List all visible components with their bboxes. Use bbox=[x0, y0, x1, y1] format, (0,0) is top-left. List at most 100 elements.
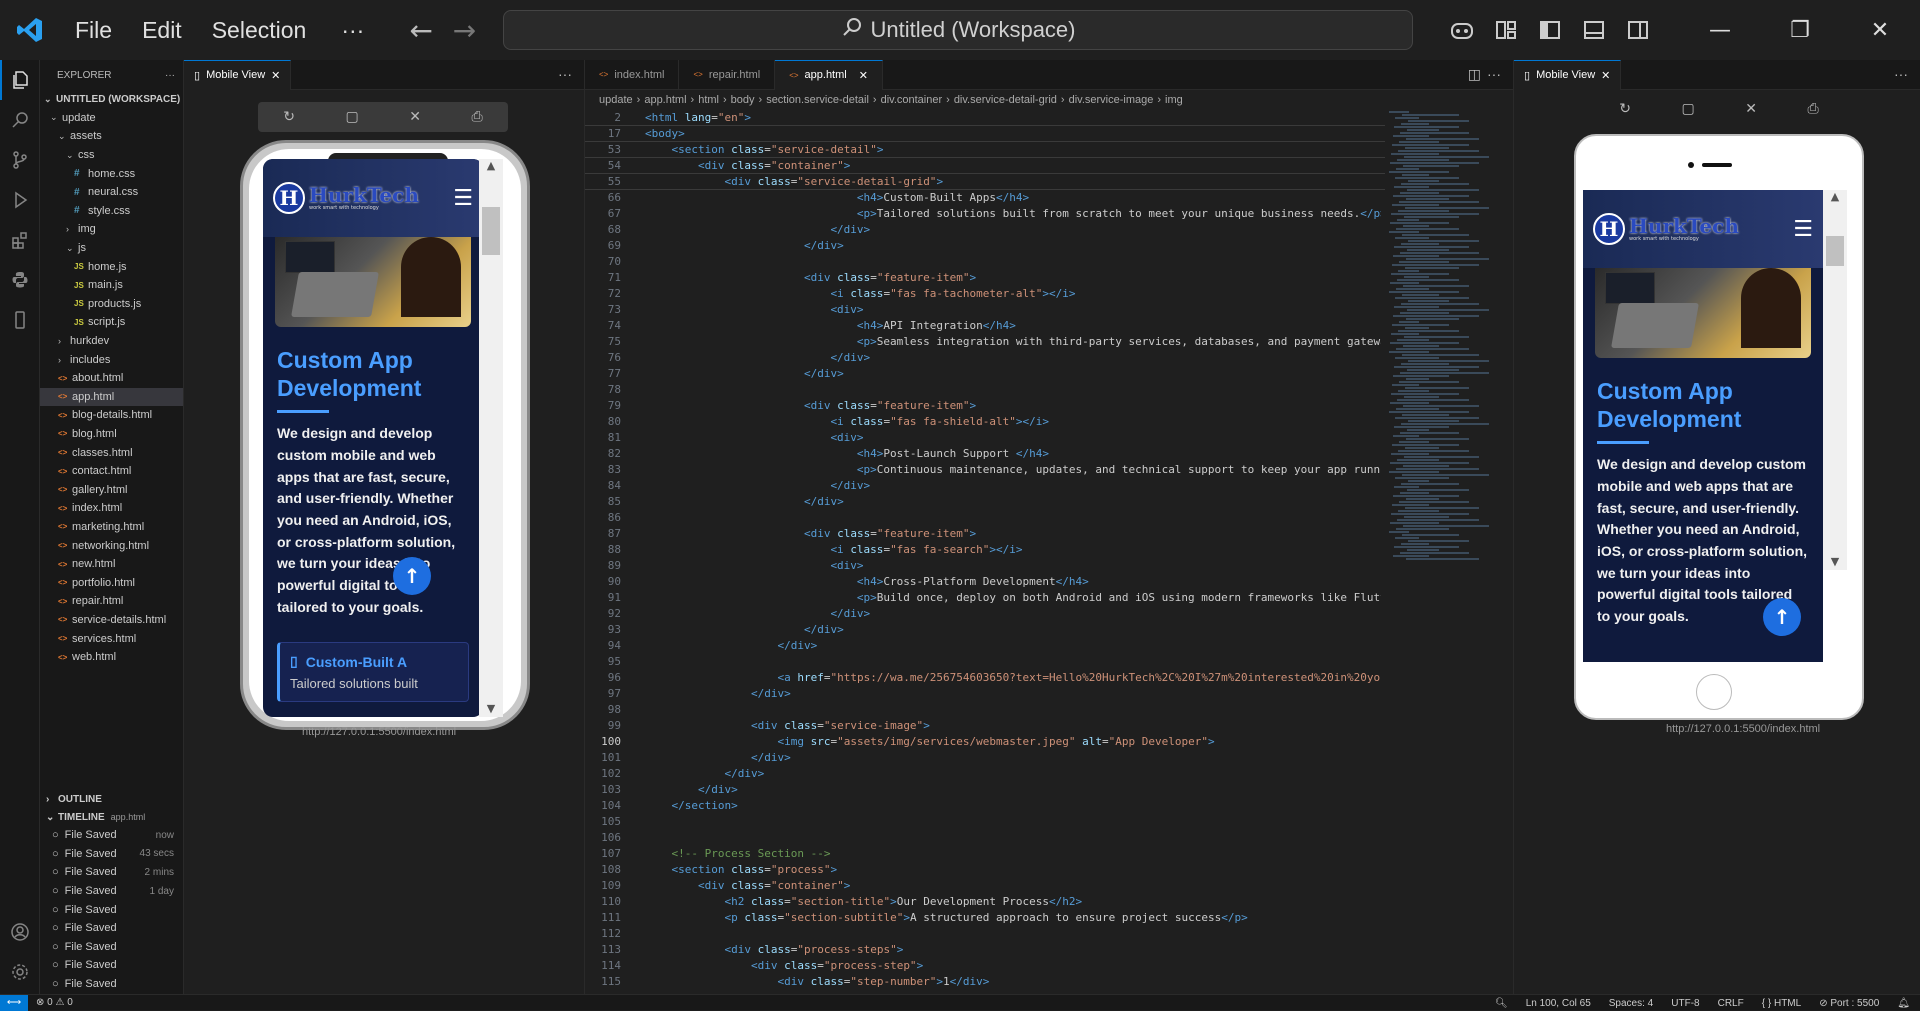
line-ending[interactable]: CRLF bbox=[1718, 998, 1744, 1009]
rotate-icon[interactable]: ▢ bbox=[1682, 101, 1695, 117]
tab-mobile-view-left[interactable]: ▯ Mobile View ✕ bbox=[184, 59, 292, 90]
explorer-item[interactable]: <> portfolio.html bbox=[40, 573, 183, 592]
explorer-item[interactable]: <> marketing.html bbox=[40, 518, 183, 537]
python-icon[interactable] bbox=[0, 260, 40, 300]
explorer-item[interactable]: <> blog-details.html bbox=[40, 406, 183, 425]
phone-scrollbar-right[interactable]: ▲ ▼ bbox=[1823, 190, 1847, 570]
language-mode[interactable]: { } HTML bbox=[1762, 998, 1801, 1009]
code-line[interactable]: 74 <h4>API Integration</h4> bbox=[585, 318, 1385, 334]
code-line[interactable]: 67 <p>Tailored solutions built from scra… bbox=[585, 206, 1385, 222]
forward-arrow-icon[interactable]: → bbox=[443, 14, 486, 47]
timeline-item[interactable]: ○ File Saved bbox=[40, 956, 184, 975]
code-line[interactable]: 107 <!-- Process Section --> bbox=[585, 846, 1385, 862]
explorer-item[interactable]: # style.css bbox=[40, 202, 183, 221]
timeline-item[interactable]: ○ File Saved bbox=[40, 919, 184, 938]
close-icon[interactable]: ✕ bbox=[409, 109, 421, 125]
rotate-icon[interactable]: ▢ bbox=[346, 109, 359, 125]
code-line[interactable]: 97 </div> bbox=[585, 686, 1385, 702]
timeline-section[interactable]: ⌄ TIMELINE app.html bbox=[40, 808, 184, 826]
code-line[interactable]: 94 </div> bbox=[585, 638, 1385, 654]
copilot-icon[interactable] bbox=[1440, 0, 1484, 60]
hamburger-menu-icon[interactable]: ☰ bbox=[453, 186, 473, 211]
back-arrow-icon[interactable]: ← bbox=[399, 14, 442, 47]
timeline-item[interactable]: ○ File Saved 2 mins bbox=[40, 863, 184, 882]
more-actions-icon[interactable]: ··· bbox=[1487, 66, 1501, 82]
code-line[interactable]: 103 </div> bbox=[585, 782, 1385, 798]
run-debug-icon[interactable] bbox=[0, 180, 40, 220]
notifications-bell-icon[interactable]: 🔔︎ bbox=[1897, 998, 1910, 1009]
sticky-scroll-line[interactable]: 17 <body> bbox=[585, 126, 1385, 142]
timeline-item[interactable]: ○ File Saved 43 secs bbox=[40, 845, 184, 864]
code-line[interactable]: 114 <div class="process-step"> bbox=[585, 958, 1385, 974]
code-line[interactable]: 101 </div> bbox=[585, 750, 1385, 766]
close-icon[interactable]: ✕ bbox=[859, 69, 868, 82]
code-line[interactable]: 83 <p>Continuous maintenance, updates, a… bbox=[585, 462, 1385, 478]
extensions-icon[interactable] bbox=[0, 220, 40, 260]
code-line[interactable]: 111 <p class="section-subtitle">A struct… bbox=[585, 910, 1385, 926]
explorer-item[interactable]: › img bbox=[40, 220, 183, 239]
settings-gear-icon[interactable] bbox=[0, 952, 40, 992]
scroll-to-top-button[interactable]: ↑ bbox=[1763, 598, 1801, 636]
refresh-icon[interactable]: ↻ bbox=[1619, 101, 1631, 117]
sticky-scroll-line[interactable]: 55 <div class="service-detail-grid"> bbox=[585, 174, 1385, 190]
code-line[interactable]: 84 </div> bbox=[585, 478, 1385, 494]
encoding[interactable]: UTF-8 bbox=[1671, 998, 1699, 1009]
tab-mobile-view-right[interactable]: ▯ Mobile View ✕ bbox=[1514, 59, 1622, 90]
code-line[interactable]: 73 <div> bbox=[585, 302, 1385, 318]
explorer-item[interactable]: <> app.html bbox=[40, 387, 183, 407]
breadcrumb-item[interactable]: div.service-image bbox=[1069, 94, 1154, 106]
code-line[interactable]: 72 <i class="fas fa-tachometer-alt"></i> bbox=[585, 286, 1385, 302]
code-line[interactable]: 110 <h2 class="section-title">Our Develo… bbox=[585, 894, 1385, 910]
breadcrumb-item[interactable]: update bbox=[599, 94, 633, 106]
code-line[interactable]: 89 <div> bbox=[585, 558, 1385, 574]
editor-tab[interactable]: <> app.html ✕ bbox=[775, 59, 883, 90]
code-area[interactable]: 2 <html lang="en"> 17 <body> 53 <section cla… bbox=[585, 110, 1385, 990]
editor-tab[interactable]: <> index.html bbox=[585, 59, 680, 90]
refresh-icon[interactable]: ↻ bbox=[283, 109, 295, 125]
explorer-item[interactable]: <> networking.html bbox=[40, 536, 183, 555]
explorer-item[interactable]: JS script.js bbox=[40, 313, 183, 332]
explorer-item[interactable]: <> about.html bbox=[40, 369, 183, 388]
breadcrumb-item[interactable]: img bbox=[1165, 94, 1183, 106]
timeline-item[interactable]: ○ File Saved bbox=[40, 975, 184, 994]
code-line[interactable]: 81 <div> bbox=[585, 430, 1385, 446]
code-line[interactable]: 100 <img src="assets/img/services/webmas… bbox=[585, 734, 1385, 750]
phone-scrollbar-left[interactable]: ▲ ▼ bbox=[479, 159, 503, 717]
restore-window-button[interactable]: ❐ bbox=[1760, 0, 1840, 60]
sticky-scroll-line[interactable]: 2 <html lang="en"> bbox=[585, 110, 1385, 126]
explorer-item[interactable]: ⌄ js bbox=[40, 239, 183, 258]
menu-file[interactable]: File bbox=[60, 17, 127, 44]
cursor-position[interactable]: Ln 100, Col 65 bbox=[1526, 998, 1591, 1009]
code-line[interactable]: 106 bbox=[585, 830, 1385, 846]
code-line[interactable]: 88 <i class="fas fa-search"></i> bbox=[585, 542, 1385, 558]
explorer-item[interactable]: <> index.html bbox=[40, 499, 183, 518]
site-logo[interactable]: H HurkTech work smart with technology bbox=[1593, 213, 1739, 245]
toggle-secondary-sidebar-icon[interactable] bbox=[1616, 0, 1660, 60]
more-actions-icon[interactable]: ··· bbox=[558, 66, 572, 82]
code-line[interactable]: 104 </section> bbox=[585, 798, 1385, 814]
explorer-item[interactable]: ⌄ css bbox=[40, 146, 183, 165]
more-actions-icon[interactable]: ··· bbox=[1894, 66, 1908, 82]
explorer-item[interactable]: <> blog.html bbox=[40, 425, 183, 444]
code-line[interactable]: 112 bbox=[585, 926, 1385, 942]
explorer-item[interactable]: JS main.js bbox=[40, 276, 183, 295]
code-line[interactable]: 66 <h4>Custom-Built Apps</h4> bbox=[585, 190, 1385, 206]
code-line[interactable]: 102 </div> bbox=[585, 766, 1385, 782]
breadcrumb-item[interactable]: div.service-detail-grid bbox=[954, 94, 1057, 106]
code-line[interactable]: 68 </div> bbox=[585, 222, 1385, 238]
explorer-item[interactable]: ⌄ update bbox=[40, 109, 183, 128]
explorer-item[interactable]: <> services.html bbox=[40, 629, 183, 648]
close-icon[interactable]: ✕ bbox=[271, 69, 280, 82]
zoom-icon[interactable]: 🔍︎ bbox=[1495, 998, 1508, 1009]
timeline-item[interactable]: ○ File Saved now bbox=[40, 826, 184, 845]
code-line[interactable]: 77 </div> bbox=[585, 366, 1385, 382]
hamburger-menu-icon[interactable]: ☰ bbox=[1793, 217, 1813, 242]
indentation[interactable]: Spaces: 4 bbox=[1609, 998, 1653, 1009]
code-line[interactable]: 93 </div> bbox=[585, 622, 1385, 638]
explorer-item[interactable]: <> repair.html bbox=[40, 592, 183, 611]
source-control-icon[interactable] bbox=[0, 140, 40, 180]
menu-more[interactable]: ··· bbox=[321, 17, 379, 44]
explorer-item[interactable]: › hurkdev bbox=[40, 332, 183, 351]
timeline-item[interactable]: ○ File Saved bbox=[40, 900, 184, 919]
code-line[interactable]: 79 <div class="feature-item"> bbox=[585, 398, 1385, 414]
